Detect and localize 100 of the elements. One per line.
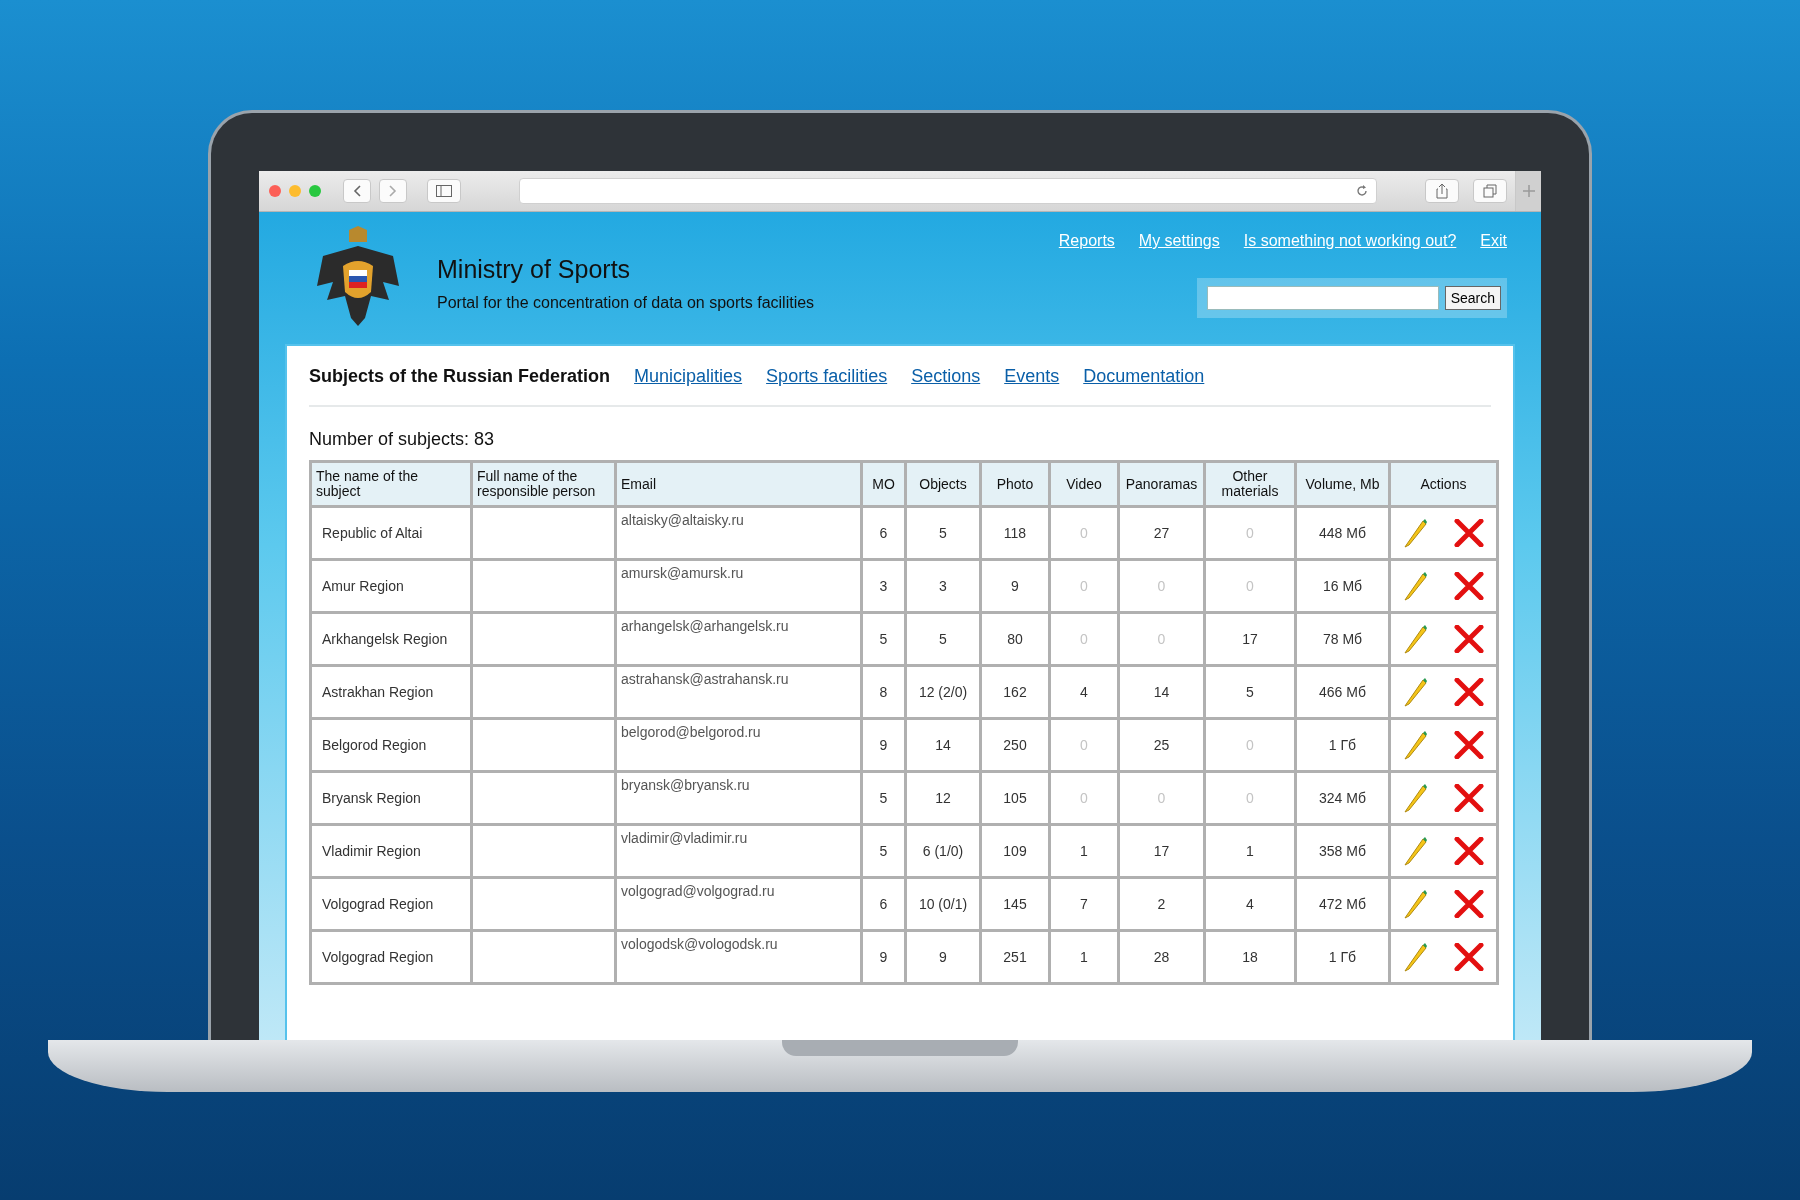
- sidebar-icon: [436, 185, 452, 197]
- table-cell: 5: [905, 506, 981, 560]
- column-header: Full name of the responsible person: [471, 461, 616, 507]
- new-tab-button[interactable]: [1515, 171, 1541, 211]
- pencil-icon: [1403, 677, 1430, 707]
- table-cell: 250: [980, 718, 1050, 772]
- nav-tab[interactable]: Events: [1004, 366, 1060, 387]
- table-cell: 358 Мб: [1295, 824, 1390, 878]
- table-cell: 6: [861, 877, 906, 931]
- plus-icon: [1522, 185, 1535, 197]
- table-cell: 0: [1118, 771, 1205, 825]
- table-cell: 0: [1204, 718, 1296, 772]
- delete-cross-icon: [1453, 625, 1484, 653]
- table-cell: 80: [980, 612, 1050, 666]
- pencil-icon: [1403, 624, 1430, 654]
- column-header: The name of the subject: [310, 461, 472, 507]
- search-field[interactable]: [1206, 286, 1439, 310]
- reload-icon: [1356, 185, 1368, 197]
- column-header: Email: [615, 461, 862, 507]
- search-button[interactable]: Search: [1444, 286, 1501, 310]
- edit-button[interactable]: [1403, 730, 1430, 760]
- delete-button[interactable]: [1453, 625, 1484, 653]
- table-cell: 27: [1118, 506, 1205, 560]
- table-cell: 7: [1049, 877, 1119, 931]
- delete-button[interactable]: [1453, 678, 1484, 706]
- table-cell: 9: [980, 559, 1050, 613]
- table-cell: astrahansk@astrahansk.ru: [615, 665, 862, 719]
- back-button[interactable]: [343, 179, 371, 203]
- close-dot-icon[interactable]: [269, 185, 281, 197]
- delete-button[interactable]: [1453, 731, 1484, 759]
- edit-button[interactable]: [1403, 624, 1430, 654]
- delete-cross-icon: [1453, 943, 1484, 971]
- share-button[interactable]: [1425, 179, 1459, 203]
- table-cell: 9: [905, 930, 981, 984]
- pencil-icon: [1403, 783, 1430, 813]
- column-header: Panoramas: [1118, 461, 1205, 507]
- table-cell: 16 Мб: [1295, 559, 1390, 613]
- nav-tab[interactable]: Documentation: [1083, 366, 1205, 387]
- table-cell: belgorod@belgorod.ru: [615, 718, 862, 772]
- table-cell: 9: [861, 718, 906, 772]
- table-cell: 448 Мб: [1295, 506, 1390, 560]
- minimize-dot-icon[interactable]: [289, 185, 301, 197]
- table-cell: Volgograd Region: [310, 930, 472, 984]
- edit-button[interactable]: [1403, 518, 1430, 548]
- table-cell: Amur Region: [310, 559, 472, 613]
- table-cell: 5: [1204, 665, 1296, 719]
- delete-button[interactable]: [1453, 943, 1484, 971]
- table-cell: 9: [861, 930, 906, 984]
- table-cell: 1: [1049, 930, 1119, 984]
- table-cell: 6: [861, 506, 906, 560]
- table-cell: 3: [861, 559, 906, 613]
- delete-button[interactable]: [1453, 519, 1484, 547]
- delete-button[interactable]: [1453, 890, 1484, 918]
- table-cell: 251: [980, 930, 1050, 984]
- table-cell: altaisky@altaisky.ru: [615, 506, 862, 560]
- delete-cross-icon: [1453, 731, 1484, 759]
- nav-tab[interactable]: Municipalities: [634, 366, 743, 387]
- table-cell: 0: [1049, 718, 1119, 772]
- table-cell: 5: [861, 824, 906, 878]
- nav-tab[interactable]: Sections: [911, 366, 981, 387]
- nav-tab[interactable]: Sports facilities: [766, 366, 888, 387]
- delete-button[interactable]: [1453, 837, 1484, 865]
- edit-button[interactable]: [1403, 783, 1430, 813]
- sidebar-button[interactable]: [427, 179, 461, 203]
- table-cell: bryansk@bryansk.ru: [615, 771, 862, 825]
- table-cell: 324 Мб: [1295, 771, 1390, 825]
- table-cell: Vladimir Region: [310, 824, 472, 878]
- edit-button[interactable]: [1403, 677, 1430, 707]
- column-header: Other materials: [1204, 461, 1296, 507]
- edit-button[interactable]: [1403, 571, 1430, 601]
- edit-button[interactable]: [1403, 942, 1430, 972]
- delete-cross-icon: [1453, 837, 1484, 865]
- table-cell: 5: [905, 612, 981, 666]
- column-header: MO: [861, 461, 906, 507]
- site-title: Ministry of Sports: [437, 254, 632, 284]
- delete-button[interactable]: [1453, 784, 1484, 812]
- table-cell: 109: [980, 824, 1050, 878]
- tabs-button[interactable]: [1473, 179, 1507, 203]
- table-cell: 12 (2/0): [905, 665, 981, 719]
- column-header: Volume, Mb: [1295, 461, 1390, 507]
- table-cell: 4: [1204, 877, 1296, 931]
- table-cell: 2: [1118, 877, 1205, 931]
- edit-button[interactable]: [1403, 889, 1430, 919]
- table-cell: Volgograd Region: [310, 877, 472, 931]
- delete-cross-icon: [1453, 678, 1484, 706]
- table-cell: 118: [980, 506, 1050, 560]
- forward-button[interactable]: [379, 179, 407, 203]
- maximize-dot-icon[interactable]: [309, 185, 321, 197]
- nav-tab[interactable]: Subjects of the Russian Federation: [309, 366, 611, 387]
- delete-button[interactable]: [1453, 572, 1484, 600]
- delete-cross-icon: [1453, 784, 1484, 812]
- site-subtitle: Portal for the concentration of data on sports facilities: [437, 293, 815, 312]
- column-header: Objects: [905, 461, 981, 507]
- address-bar[interactable]: [519, 178, 1377, 204]
- table-cell: 1: [1049, 824, 1119, 878]
- table-cell: 18: [1204, 930, 1296, 984]
- table-cell: volgograd@volgograd.ru: [615, 877, 862, 931]
- table-cell: 0: [1049, 559, 1119, 613]
- edit-button[interactable]: [1403, 836, 1430, 866]
- table-cell: 105: [980, 771, 1050, 825]
